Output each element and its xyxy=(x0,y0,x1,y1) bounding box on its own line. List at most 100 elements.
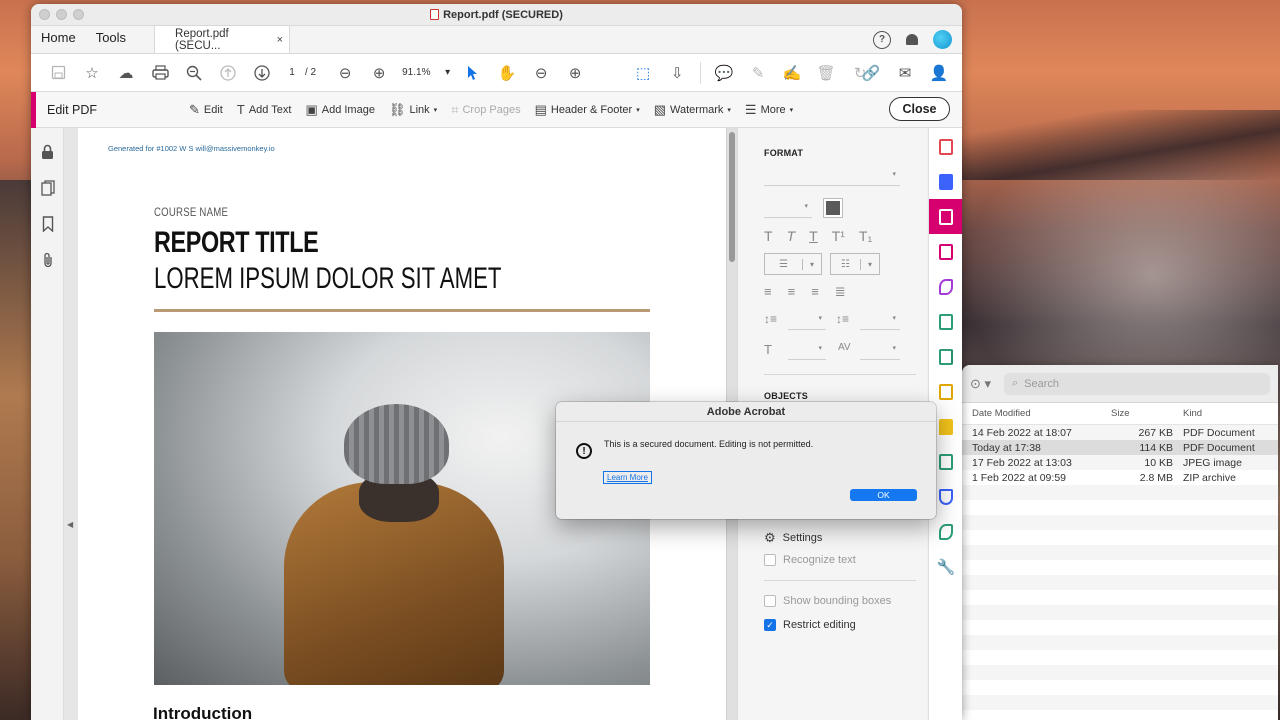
comment-icon[interactable]: 💬 xyxy=(707,58,741,88)
font-size-dropdown[interactable] xyxy=(764,200,812,218)
paragraph-spacing-icon[interactable]: ↕≡ xyxy=(836,312,849,326)
save-icon[interactable] xyxy=(41,58,75,88)
character-spacing-icon[interactable]: AV xyxy=(838,342,851,353)
organize-pages-icon[interactable] xyxy=(929,234,962,269)
next-page-icon[interactable] xyxy=(245,58,279,88)
scroll-mode-icon[interactable]: ⇩ xyxy=(660,58,694,88)
font-family-dropdown[interactable] xyxy=(764,168,900,186)
combine-files-icon[interactable] xyxy=(929,304,962,339)
bookmark-icon[interactable] xyxy=(31,206,64,242)
compare-files-icon[interactable] xyxy=(929,339,962,374)
character-spacing-dropdown[interactable] xyxy=(860,342,900,360)
zoom-out-icon[interactable]: ⊖ xyxy=(328,58,362,88)
panel-divider xyxy=(764,580,916,581)
text-italic-icon[interactable]: T xyxy=(787,228,796,244)
finder-row[interactable]: 1 Feb 2022 at 09:59 2.8 MB ZIP archive xyxy=(962,470,1278,485)
edit-pdf-icon[interactable] xyxy=(929,199,962,234)
align-justify-icon[interactable]: ≣ xyxy=(835,284,846,300)
email-icon[interactable]: ✉ xyxy=(888,58,922,88)
text-superscript-icon[interactable]: T¹ xyxy=(832,228,845,244)
finder-row-selected[interactable]: Today at 17:38 114 KB PDF Document xyxy=(962,440,1278,455)
print-icon[interactable] xyxy=(143,58,177,88)
finder-empty-row xyxy=(962,575,1278,590)
crop-pages-button[interactable]: ⌗ Crop Pages xyxy=(451,102,520,118)
edit-tool-button[interactable]: ✎ Edit xyxy=(189,102,223,118)
line-spacing-dropdown[interactable] xyxy=(788,312,826,330)
notifications-bell-icon[interactable] xyxy=(905,32,919,48)
recognize-text-checkbox[interactable]: Recognize text xyxy=(764,554,856,566)
hand-tool-icon[interactable]: ✋ xyxy=(490,58,524,88)
page-fit-icon[interactable]: ⬚ xyxy=(626,58,660,88)
align-center-icon[interactable]: ≡ xyxy=(788,284,796,300)
zoom-window-button[interactable] xyxy=(73,9,84,20)
zoom-level-dropdown[interactable]: 91.1% ▾ xyxy=(396,67,456,78)
text-subscript-icon[interactable]: T₁ xyxy=(859,228,872,244)
delete-trash-icon[interactable]: 🗑 xyxy=(809,58,843,88)
report-subtitle: LOREM IPSUM DOLOR SIT AMET xyxy=(154,262,502,295)
redact-pen-icon[interactable] xyxy=(929,514,962,549)
lock-icon[interactable] xyxy=(31,134,64,170)
close-tab-icon[interactable]: × xyxy=(277,34,283,46)
upload-cloud-icon[interactable]: ☁ xyxy=(109,58,143,88)
sign-icon[interactable]: ✍ xyxy=(775,58,809,88)
ok-button[interactable]: OK xyxy=(850,489,917,501)
character-scale-icon[interactable]: T xyxy=(764,342,772,357)
line-spacing-icon[interactable]: ↕≡ xyxy=(764,312,777,326)
text-plain-icon[interactable]: T xyxy=(764,228,773,244)
share-people-icon[interactable]: 👤 xyxy=(922,58,956,88)
select-cursor-icon[interactable] xyxy=(456,58,490,88)
share-link-icon[interactable]: 🔗 xyxy=(854,58,888,88)
tab-home[interactable]: Home xyxy=(31,25,86,53)
header-footer-button[interactable]: ▤ Header & Footer ▾ xyxy=(535,102,640,118)
finder-search-field[interactable]: ⌕ Search xyxy=(1004,372,1270,395)
column-date-modified[interactable]: Date Modified xyxy=(972,408,1107,419)
restrict-editing-checkbox[interactable]: ✓ Restrict editing xyxy=(764,619,856,631)
bullet-list-dropdown[interactable]: ☰ ▾ xyxy=(764,253,822,275)
attachment-paperclip-icon[interactable] xyxy=(31,242,64,278)
zoom-search-icon[interactable] xyxy=(177,58,211,88)
more-tools-wrench-icon[interactable]: 🔧 xyxy=(929,549,962,584)
link-button[interactable]: ⛓ Link ▾ xyxy=(389,102,437,118)
previous-page-icon[interactable] xyxy=(211,58,245,88)
scrollbar-thumb[interactable] xyxy=(729,132,735,262)
column-size[interactable]: Size xyxy=(1107,408,1183,419)
zoom-in-icon[interactable]: ⊕ xyxy=(362,58,396,88)
help-icon[interactable]: ? xyxy=(873,30,891,49)
font-color-swatch[interactable] xyxy=(823,198,843,218)
finder-row[interactable]: 14 Feb 2022 at 18:07 267 KB PDF Document xyxy=(962,425,1278,440)
close-window-button[interactable] xyxy=(39,9,50,20)
create-pdf-icon[interactable] xyxy=(929,129,962,164)
more-actions-icon[interactable]: ⊙ ▾ xyxy=(970,376,996,392)
align-left-icon[interactable]: ≡ xyxy=(764,284,772,300)
numbered-list-dropdown[interactable]: ☷ ▾ xyxy=(830,253,880,275)
show-bounding-boxes-checkbox[interactable]: Show bounding boxes xyxy=(764,595,891,607)
page-thumbnails-icon[interactable] xyxy=(31,170,64,206)
add-image-button[interactable]: ▣ Add Image xyxy=(305,102,375,118)
text-underline-icon[interactable]: T xyxy=(809,228,818,244)
paragraph-spacing-dropdown[interactable] xyxy=(860,312,900,330)
settings-button[interactable]: ⚙ Settings xyxy=(764,530,822,546)
account-avatar[interactable] xyxy=(933,30,952,49)
page-number-input[interactable]: 1 xyxy=(279,67,305,78)
learn-more-link[interactable]: Learn More xyxy=(603,471,652,484)
zoom-out-circle-icon[interactable]: ⊖ xyxy=(524,58,558,88)
alert-exclamation-icon: ! xyxy=(576,443,592,459)
tab-document[interactable]: Report.pdf (SECU... × xyxy=(154,25,291,53)
add-text-button[interactable]: T Add Text xyxy=(237,102,292,117)
tab-document-label: Report.pdf (SECU... xyxy=(175,27,229,52)
star-icon[interactable]: ☆ xyxy=(75,58,109,88)
fill-sign-icon[interactable] xyxy=(929,269,962,304)
highlight-pen-icon[interactable]: ✎ xyxy=(741,58,775,88)
character-scale-dropdown[interactable] xyxy=(788,342,826,360)
tab-tools[interactable]: Tools xyxy=(86,25,136,53)
export-pdf-icon[interactable] xyxy=(929,164,962,199)
align-right-icon[interactable]: ≡ xyxy=(811,284,819,300)
collapse-rail-arrow-icon[interactable]: ◀ xyxy=(67,520,73,529)
minimize-window-button[interactable] xyxy=(56,9,67,20)
finder-row[interactable]: 17 Feb 2022 at 13:03 10 KB JPEG image xyxy=(962,455,1278,470)
close-edit-button[interactable]: Close xyxy=(889,97,950,121)
zoom-in-circle-icon[interactable]: ⊕ xyxy=(558,58,592,88)
column-kind[interactable]: Kind xyxy=(1183,408,1278,419)
more-button[interactable]: ☰ More ▾ xyxy=(745,102,793,118)
watermark-button[interactable]: ▧ Watermark ▾ xyxy=(654,102,731,118)
